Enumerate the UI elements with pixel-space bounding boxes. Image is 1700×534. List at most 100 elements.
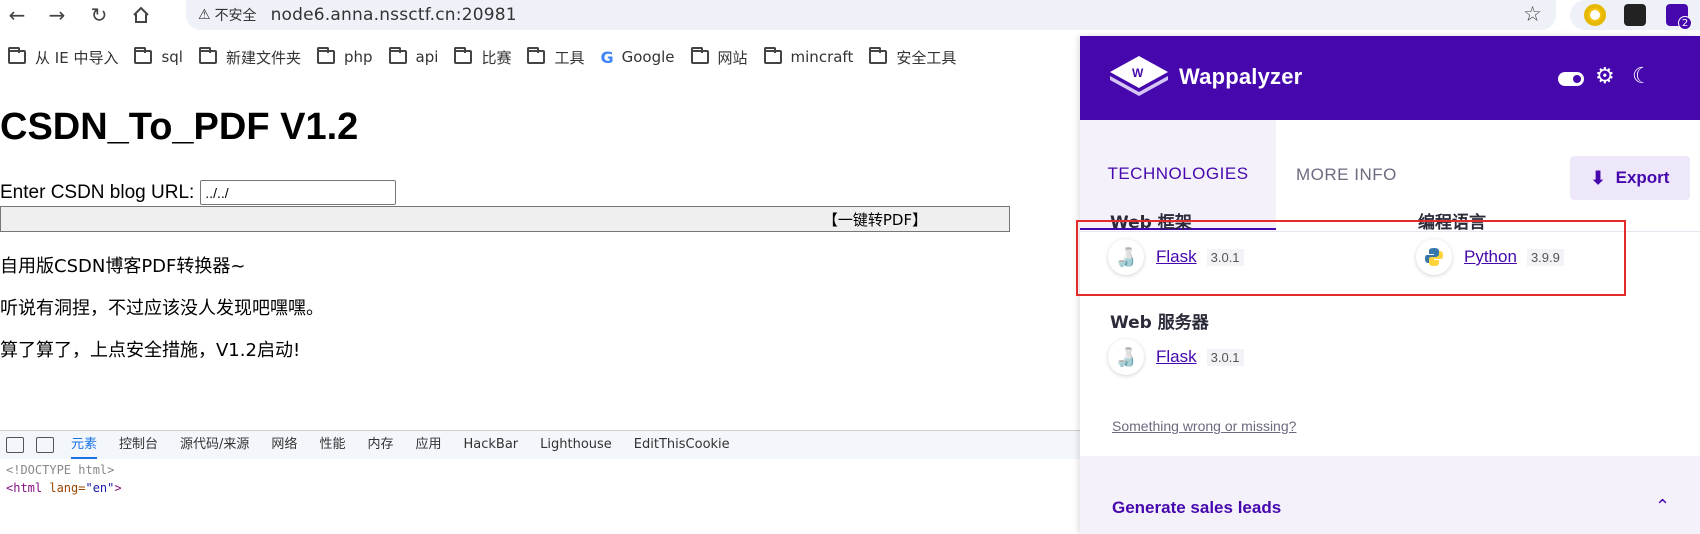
folder-icon xyxy=(388,47,407,64)
bookmark-label: 安全工具 xyxy=(896,48,957,67)
bookmark-label: php xyxy=(343,48,373,66)
devtools-tab[interactable]: 网络 xyxy=(271,431,297,459)
dark-mode-moon-icon[interactable]: ☾ xyxy=(1632,64,1652,89)
url-form-row: Enter CSDN blog URL: xyxy=(0,180,397,205)
html-attr: lang= xyxy=(42,481,86,495)
devtools-tab[interactable]: 应用 xyxy=(415,431,441,459)
devtools-tab[interactable]: EditThisCookie xyxy=(634,431,730,459)
enable-toggle[interactable] xyxy=(1558,72,1584,86)
export-button[interactable]: ⬇ Export xyxy=(1570,156,1690,200)
bookmark-label: mincraft xyxy=(790,48,854,66)
chevron-up-icon[interactable]: ⌃ xyxy=(1655,496,1670,517)
reload-icon: ↻ xyxy=(90,3,108,27)
gear-icon[interactable]: ⚙ xyxy=(1595,64,1615,89)
arrow-right-icon: → xyxy=(48,3,66,27)
forward-button[interactable]: → xyxy=(44,3,70,27)
arrow-left-icon: ← xyxy=(8,3,26,27)
convert-pdf-button[interactable]: 【一键转PDF】 xyxy=(0,206,1010,232)
wappalyzer-header: W Wappalyzer ⚙ ☾ xyxy=(1080,36,1700,120)
folder-icon xyxy=(8,47,26,64)
flask-icon: 🍶 xyxy=(1108,339,1144,375)
home-button[interactable] xyxy=(128,3,154,27)
bookmark-item[interactable]: sql xyxy=(134,47,183,66)
reload-button[interactable]: ↻ xyxy=(86,3,112,27)
description-line: 自用版CSDN博客PDF转换器~ xyxy=(0,256,246,277)
bookmark-label: 新建文件夹 xyxy=(225,48,301,67)
devtools-tab[interactable]: 内存 xyxy=(367,431,393,459)
devtools-tab[interactable]: 性能 xyxy=(319,431,345,459)
bookmark-item[interactable]: 新建文件夹 xyxy=(198,47,301,68)
security-label: 不安全 xyxy=(214,8,257,24)
sales-leads-title: Generate sales leads xyxy=(1112,498,1282,517)
google-icon: G xyxy=(600,47,614,67)
folder-icon xyxy=(527,47,546,64)
bookmark-label: 从 IE 中导入 xyxy=(35,48,119,67)
tab-more-info[interactable]: MORE INFO xyxy=(1296,120,1416,230)
bookmark-item[interactable]: mincraft xyxy=(763,47,854,66)
home-icon xyxy=(133,6,149,23)
html-tag-end: > xyxy=(114,481,122,495)
bookmark-label: sql xyxy=(161,48,183,66)
folder-icon xyxy=(869,47,888,64)
bookmark-label: 网站 xyxy=(717,48,748,67)
blog-url-input[interactable] xyxy=(200,180,397,205)
description-line: 算了算了，上点安全措施，V1.2启动! xyxy=(0,340,301,361)
devtools-tab[interactable]: Lighthouse xyxy=(540,431,612,459)
extension-mask-icon[interactable] xyxy=(1624,4,1646,26)
folder-icon xyxy=(454,47,473,64)
technology-version: 3.0.1 xyxy=(1206,348,1244,366)
bookmark-item[interactable]: 安全工具 xyxy=(869,47,956,68)
wappalyzer-extension-icon[interactable]: 2 xyxy=(1666,4,1692,30)
extensions-area: 2 xyxy=(1570,0,1700,30)
svg-text:W: W xyxy=(1132,66,1144,80)
address-bar[interactable]: ⚠ 不安全 node6.anna.nssctf.cn:20981 ☆ xyxy=(186,0,1556,30)
folder-icon xyxy=(198,47,217,64)
highlight-annotation-box xyxy=(1076,220,1626,296)
bookmark-label: 比赛 xyxy=(481,48,512,67)
page-title: CSDN_To_PDF V1.2 xyxy=(0,106,359,148)
bookmark-item[interactable]: G Google xyxy=(600,48,674,67)
inspect-element-icon[interactable] xyxy=(6,437,24,453)
devtools-tab[interactable]: 元素 xyxy=(71,431,98,459)
export-label: Export xyxy=(1615,168,1670,187)
folder-icon xyxy=(690,47,709,64)
device-toolbar-icon[interactable] xyxy=(36,437,54,453)
folder-icon xyxy=(316,47,335,64)
security-indicator[interactable]: ⚠ 不安全 xyxy=(198,5,257,25)
sales-leads-section[interactable]: Generate sales leads ⌃ xyxy=(1080,456,1700,534)
url-text[interactable]: node6.anna.nssctf.cn:20981 xyxy=(271,5,517,25)
warning-icon: ⚠ xyxy=(198,7,211,23)
dom-line-html[interactable]: <html lang="en"> xyxy=(6,481,122,495)
bookmark-label: 工具 xyxy=(554,48,585,67)
html-attr-value: "en" xyxy=(85,481,115,495)
wappalyzer-brand: Wappalyzer xyxy=(1179,64,1303,89)
back-button[interactable]: ← xyxy=(4,3,30,27)
url-label: Enter CSDN blog URL: xyxy=(0,181,195,203)
bookmark-item[interactable]: 从 IE 中导入 xyxy=(8,47,118,68)
bookmark-star-icon[interactable]: ☆ xyxy=(1523,2,1542,26)
category-title: Web 服务器 xyxy=(1110,313,1209,333)
wappalyzer-logo-icon: W xyxy=(1110,56,1168,96)
bookmarks-bar: 从 IE 中导入 sql 新建文件夹 php api 比赛 工具 G Google… xyxy=(0,44,964,70)
download-icon: ⬇ xyxy=(1590,167,1606,188)
technology-name[interactable]: Flask xyxy=(1156,347,1197,367)
dom-line-doctype[interactable]: <!DOCTYPE html> xyxy=(6,463,114,477)
devtools-tab[interactable]: 源代码/来源 xyxy=(180,431,249,459)
html-tag: <html xyxy=(6,481,43,495)
folder-icon xyxy=(134,47,153,64)
browser-toolbar: ← → ↻ ⚠ 不安全 node6.anna.nssctf.cn:20981 ☆ xyxy=(0,0,1700,30)
bookmark-label: api xyxy=(415,48,439,66)
description-line: 听说有洞捏，不过应该没人发现吧嘿嘿。 xyxy=(0,298,324,319)
technology-item[interactable]: 🍶 Flask 3.0.1 xyxy=(1108,339,1244,375)
extension-ring-icon[interactable] xyxy=(1584,4,1606,26)
devtools-tab[interactable]: HackBar xyxy=(463,431,518,459)
bookmark-item[interactable]: 工具 xyxy=(527,47,584,68)
feedback-link[interactable]: Something wrong or missing? xyxy=(1112,418,1296,434)
bookmark-item[interactable]: 网站 xyxy=(690,47,748,68)
bookmark-item[interactable]: php xyxy=(316,47,373,66)
bookmark-item[interactable]: api xyxy=(388,47,439,66)
devtools-tab[interactable]: 控制台 xyxy=(119,431,158,459)
folder-icon xyxy=(763,47,782,64)
bookmark-item[interactable]: 比赛 xyxy=(454,47,511,68)
extension-badge: 2 xyxy=(1678,16,1692,30)
